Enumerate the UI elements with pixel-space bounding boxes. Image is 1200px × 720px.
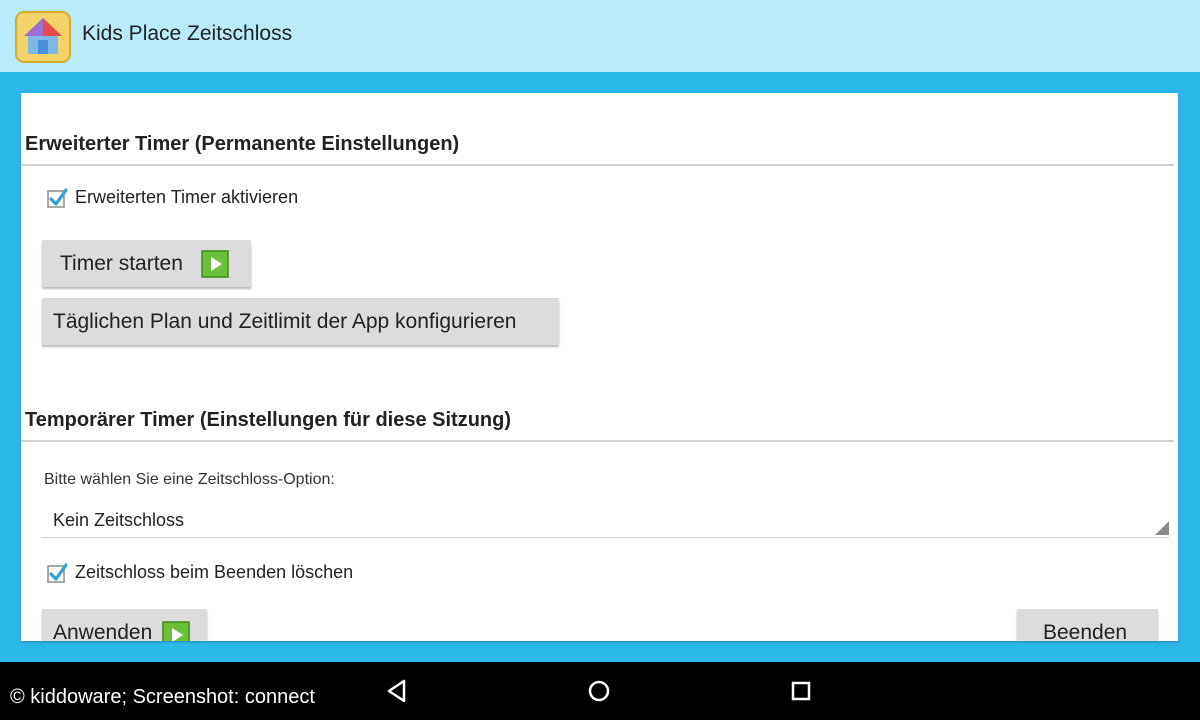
back-icon[interactable] bbox=[382, 676, 412, 706]
recents-icon[interactable] bbox=[786, 676, 816, 706]
copyright-text: © kiddoware; Screenshot: connect bbox=[10, 686, 315, 708]
temporary-timer-header: Temporärer Timer (Einstellungen für dies… bbox=[25, 409, 512, 431]
app-title: Kids Place Zeitschloss bbox=[82, 22, 293, 45]
enable-advanced-timer-checkbox[interactable]: Erweiterten Timer aktivieren bbox=[47, 187, 298, 208]
checkbox-checked-icon bbox=[47, 562, 67, 583]
configure-schedule-button[interactable]: Täglichen Plan und Zeitlimit der App kon… bbox=[42, 298, 559, 345]
apply-label: Anwenden bbox=[53, 621, 153, 641]
configure-schedule-label: Täglichen Plan und Zeitlimit der App kon… bbox=[53, 309, 517, 333]
checkbox-checked-icon bbox=[47, 187, 67, 208]
lock-option-dropdown[interactable]: Kein Zeitschloss bbox=[41, 503, 1169, 538]
kids-place-house-icon bbox=[15, 11, 71, 63]
option-hint: Bitte wählen Sie eine Zeitschloss-Option… bbox=[44, 471, 335, 488]
title-bar: Kids Place Zeitschloss bbox=[0, 0, 1200, 72]
advanced-timer-header: Erweiterter Timer (Permanente Einstellun… bbox=[25, 133, 460, 155]
play-icon bbox=[162, 621, 190, 641]
play-icon bbox=[201, 249, 229, 278]
exit-label: Beenden bbox=[1043, 621, 1128, 641]
dropdown-arrow-icon bbox=[1155, 521, 1169, 535]
section-divider bbox=[21, 440, 1174, 442]
settings-panel: Erweiterter Timer (Permanente Einstellun… bbox=[21, 93, 1178, 641]
clear-lock-on-exit-checkbox[interactable]: Zeitschloss beim Beenden löschen bbox=[47, 562, 353, 583]
checkbox-label: Erweiterten Timer aktivieren bbox=[75, 187, 299, 207]
section-divider bbox=[21, 164, 1174, 166]
dropdown-selected-value: Kein Zeitschloss bbox=[53, 510, 185, 530]
home-icon[interactable] bbox=[584, 676, 614, 706]
checkbox-label: Zeitschloss beim Beenden löschen bbox=[75, 562, 354, 582]
exit-button[interactable]: Beenden bbox=[1017, 609, 1158, 641]
timer-start-label: Timer starten bbox=[60, 251, 183, 275]
timer-start-button[interactable]: Timer starten bbox=[42, 240, 251, 287]
navigation-bar: © kiddoware; Screenshot: connect bbox=[0, 662, 1200, 720]
apply-button[interactable]: Anwenden bbox=[42, 609, 207, 641]
